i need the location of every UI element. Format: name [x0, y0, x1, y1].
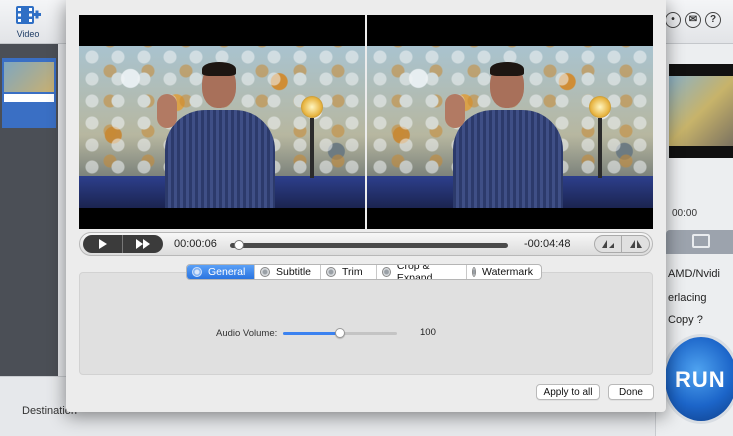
video-list-item[interactable]	[2, 58, 56, 128]
auto-copy-option[interactable]: Copy ?	[668, 314, 703, 326]
settings-tabs[interactable]	[666, 230, 733, 254]
add-video-button[interactable]: Video	[8, 4, 48, 42]
tab-subtitle[interactable]: Subtitle	[255, 265, 321, 279]
flip-vertical-icon	[602, 240, 614, 248]
apply-to-all-button[interactable]: Apply to all	[536, 384, 600, 400]
tab-radio-icon	[382, 267, 391, 277]
playback-buttons	[83, 235, 163, 253]
tab-crop-expand[interactable]: Crop & Expand	[377, 265, 467, 279]
audio-volume-knob[interactable]	[335, 328, 345, 338]
add-video-label: Video	[16, 29, 40, 39]
audio-volume-label: Audio Volume:	[216, 328, 278, 339]
flip-vertical-button[interactable]	[595, 236, 623, 252]
video-thumbnail-strip	[4, 94, 54, 102]
tab-general[interactable]: General	[187, 265, 255, 279]
video-thumbnail	[4, 62, 54, 92]
fast-forward-button[interactable]	[123, 235, 163, 253]
tab-watermark[interactable]: Watermark	[467, 265, 541, 279]
remaining-time: -00:04:48	[524, 238, 571, 250]
help-icon[interactable]: ?	[705, 12, 721, 28]
video-frame	[367, 46, 653, 208]
audio-volume-slider[interactable]	[283, 328, 397, 338]
done-button[interactable]: Done	[608, 384, 654, 400]
flip-buttons	[594, 235, 650, 253]
run-label: RUN	[675, 367, 726, 392]
run-button[interactable]: RUN	[662, 334, 733, 424]
audio-volume-fill	[283, 332, 340, 335]
tab-label: Subtitle	[276, 266, 312, 278]
output-video-preview	[367, 15, 653, 229]
original-video-preview	[79, 15, 365, 229]
tab-radio-icon	[192, 267, 202, 277]
preview-video	[669, 64, 733, 158]
edit-sheet: 00:00:06 -00:04:48 Audio Volume: 100 Gen…	[66, 0, 666, 412]
flip-horizontal-button[interactable]	[622, 236, 649, 252]
add-video-icon	[16, 6, 41, 24]
edit-tabs: General Subtitle Trim Crop & Expand Wate…	[186, 264, 542, 280]
settings-panel: Audio Volume: 100	[79, 272, 653, 375]
hw-accel-option[interactable]: AMD/Nvidi	[668, 268, 720, 280]
tab-label: Watermark	[482, 266, 533, 278]
account-icon[interactable]: •	[665, 12, 681, 28]
preview-time: 00:00	[672, 208, 698, 219]
tab-label: General	[208, 266, 246, 278]
play-button[interactable]	[83, 235, 123, 253]
video-frame	[79, 46, 365, 208]
player-controls: 00:00:06 -00:04:48	[79, 232, 653, 256]
current-time: 00:00:06	[174, 238, 217, 250]
right-settings-panel: 00:00 AMD/Nvidi erlacing Copy ? RUN	[655, 44, 733, 436]
audio-volume-value: 100	[420, 327, 436, 338]
mail-icon[interactable]: ✉	[685, 12, 701, 28]
fast-forward-icon	[136, 239, 150, 249]
tab-trim[interactable]: Trim	[321, 265, 377, 279]
deinterlacing-option[interactable]: erlacing	[668, 292, 707, 304]
seek-bar[interactable]	[230, 240, 508, 250]
tab-radio-icon	[326, 267, 336, 277]
flip-horizontal-icon	[629, 240, 642, 248]
folder-icon[interactable]	[692, 234, 710, 248]
tab-radio-icon	[260, 267, 270, 277]
tab-label: Trim	[342, 266, 363, 278]
play-icon	[98, 239, 107, 249]
tab-radio-icon	[472, 267, 477, 277]
seek-knob[interactable]	[233, 240, 244, 250]
top-right-icons: • ✉?	[665, 12, 725, 28]
tab-label: Crop & Expand	[396, 264, 433, 280]
